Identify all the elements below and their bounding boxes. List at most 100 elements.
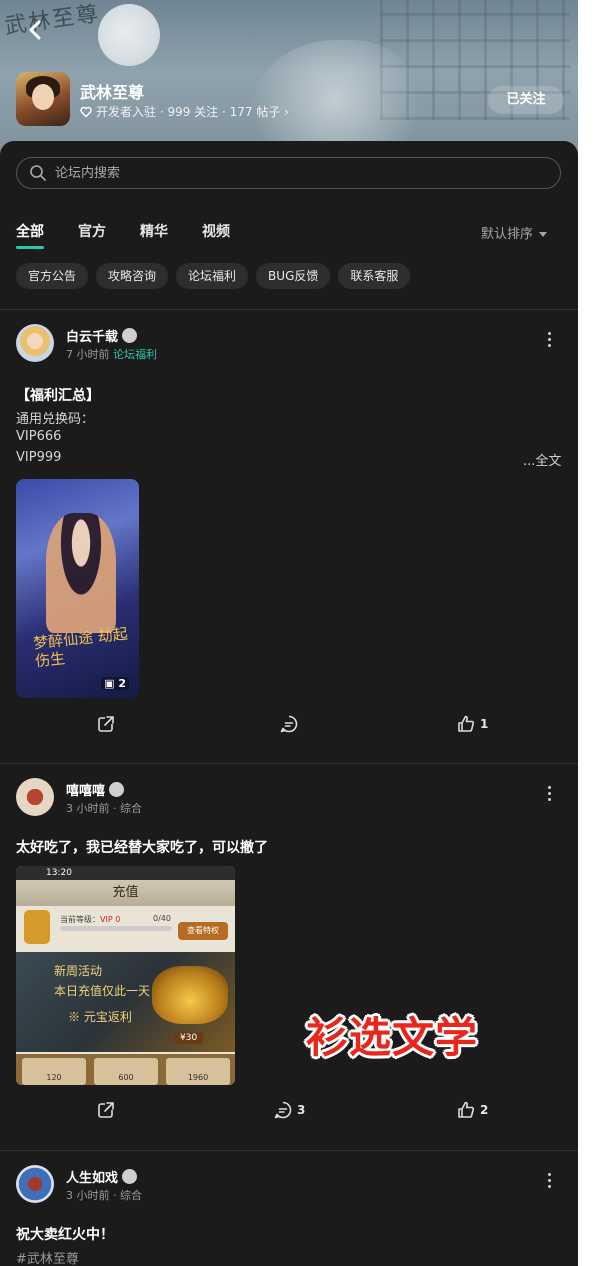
post-card[interactable]: 人生如戏 3 小时前 · 综合 祝大卖红火中！ #武林至尊 — [0, 1165, 578, 1266]
author-name-text: 人生如戏 — [66, 1171, 119, 1186]
author-name-text: 嘻嘻嘻 — [66, 784, 106, 799]
diamond-cell: 120 — [22, 1058, 86, 1085]
thumbs-up-icon — [458, 1101, 475, 1118]
post-time: 3 小时前 — [66, 802, 110, 815]
post-image[interactable]: 13:20 充值 当前等级：VIP 0 0/40 查看特权 新周活动 本日充值仅… — [16, 866, 235, 1085]
follow-button[interactable]: 已关注 — [488, 86, 564, 114]
thumbs-up-icon — [458, 715, 475, 732]
image-count-badge: ▣ 2 — [101, 677, 129, 690]
promo-line: ※ 元宝返利 — [68, 1010, 132, 1024]
tab-featured[interactable]: 精华 — [140, 221, 168, 245]
avatar[interactable] — [16, 1165, 54, 1203]
comment-count: 3 — [297, 1103, 306, 1117]
full-text-link[interactable]: ...全文 — [523, 450, 561, 469]
level-badge-icon — [122, 328, 138, 343]
comment-icon — [274, 1101, 292, 1119]
chip-announcement[interactable]: 官方公告 — [16, 263, 89, 289]
post-meta: 7 小时前 论坛福利 — [66, 346, 157, 362]
post-actions: 3 2 — [0, 1100, 578, 1124]
caret-down-icon — [539, 232, 548, 237]
post-category[interactable]: 论坛福利 — [113, 348, 157, 361]
divider — [0, 1150, 578, 1151]
forum-avatar[interactable] — [16, 72, 70, 126]
post-actions: 1 — [0, 714, 578, 738]
tab-bar: 全部 官方 精华 视频 — [16, 221, 264, 249]
right-margin — [578, 0, 597, 1266]
share-button[interactable] — [96, 714, 116, 734]
post-meta: 3 小时前 · 综合 — [66, 802, 142, 815]
promo-price: ¥30 — [174, 1032, 204, 1044]
post-meta: 3 小时前 · 综合 — [66, 1189, 142, 1202]
diamond-cell: 1960 — [166, 1058, 230, 1085]
forum-stats-text: 开发者入驻 · 999 关注 · 177 帖子 › — [96, 105, 289, 119]
screenshot-status-bar: 13:20 — [16, 866, 235, 880]
comment-button[interactable]: 3 — [273, 1100, 305, 1120]
post-line: VIP999 — [16, 450, 62, 465]
post-line: VIP666 — [16, 429, 62, 444]
post-image[interactable]: 梦醉仙途 劫起伤生 ▣ 2 — [16, 479, 139, 698]
post-title: 【福利汇总】 — [16, 388, 100, 404]
post-title: 祝大卖红火中！ — [16, 1227, 114, 1243]
moon-illustration — [98, 4, 160, 66]
share-button[interactable] — [96, 1100, 116, 1120]
treasure-chest-illustration — [152, 966, 228, 1024]
watermark-text: 衫选文学 — [306, 1013, 479, 1062]
privilege-button: 查看特权 — [178, 922, 228, 940]
heart-icon — [80, 106, 92, 117]
like-count: 1 — [480, 717, 489, 731]
chip-welfare[interactable]: 论坛福利 — [176, 263, 249, 289]
like-button[interactable]: 2 — [456, 1100, 488, 1120]
level-badge-icon — [109, 782, 125, 797]
forum-name: 武林至尊 — [80, 83, 145, 102]
search-box[interactable] — [16, 157, 561, 189]
author-name[interactable]: 人生如戏 — [66, 1167, 138, 1186]
more-options-icon[interactable] — [545, 786, 553, 804]
search-icon — [30, 165, 46, 181]
tab-official[interactable]: 官方 — [78, 221, 106, 245]
post-title: 太好吃了，我已经替大家吃了，可以撤了 — [16, 840, 268, 856]
tab-video[interactable]: 视频 — [202, 221, 230, 245]
comment-icon — [280, 715, 298, 733]
vip-level-value: VIP 0 — [100, 915, 121, 924]
chip-bug-report[interactable]: BUG反馈 — [256, 263, 331, 289]
share-icon — [98, 716, 114, 732]
chip-guide[interactable]: 攻略咨询 — [96, 263, 169, 289]
like-count: 2 — [480, 1103, 489, 1117]
post-time: 7 小时前 — [66, 348, 110, 361]
screenshot-header: 充值 — [16, 880, 235, 906]
comment-button[interactable] — [279, 714, 303, 734]
vip-progress: 0/40 — [153, 914, 171, 923]
back-arrow-icon[interactable] — [26, 18, 46, 42]
search-input[interactable] — [53, 164, 537, 182]
post-time: 3 小时前 — [66, 1189, 110, 1202]
tab-all[interactable]: 全部 — [16, 221, 44, 249]
more-options-icon[interactable] — [545, 332, 553, 350]
author-name[interactable]: 嘻嘻嘻 — [66, 780, 125, 799]
post-card[interactable]: 白云千载 7 小时前 论坛福利 【福利汇总】 通用兑换码： VIP666 VIP… — [0, 324, 578, 762]
promo-line: 本日充值仅此一天 — [54, 984, 151, 998]
chip-support[interactable]: 联系客服 — [338, 263, 411, 289]
banner-calligraphy: 武林至尊 — [3, 1, 102, 40]
category-chips: 官方公告 攻略咨询 论坛福利 BUG反馈 联系客服 — [16, 263, 411, 289]
more-options-icon[interactable] — [545, 1173, 553, 1191]
post-hashtag[interactable]: #武林至尊 — [16, 1248, 79, 1266]
avatar[interactable] — [16, 324, 54, 362]
sort-label: 默认排序 — [481, 227, 534, 242]
avatar[interactable] — [16, 778, 54, 816]
promo-line: 新周活动 — [54, 964, 103, 978]
post-category[interactable]: 综合 — [120, 802, 142, 815]
share-icon — [98, 1102, 114, 1118]
forum-stats[interactable]: 开发者入驻 · 999 关注 · 177 帖子 › — [80, 103, 289, 120]
divider — [0, 763, 578, 764]
divider — [0, 309, 578, 310]
diamond-cell: 600 — [94, 1058, 158, 1085]
like-button[interactable]: 1 — [456, 714, 488, 734]
post-category[interactable]: 综合 — [120, 1189, 142, 1202]
post-card[interactable]: 嘻嘻嘻 3 小时前 · 综合 太好吃了，我已经替大家吃了，可以撤了 13:20 … — [0, 778, 578, 1148]
post-line: 通用兑换码： — [16, 412, 95, 427]
author-name[interactable]: 白云千载 — [66, 326, 138, 345]
author-name-text: 白云千载 — [66, 330, 119, 345]
sort-dropdown[interactable]: 默认排序 — [481, 223, 548, 242]
header-banner: 武林至尊 武林至尊 开发者入驻 · 999 关注 · 177 帖子 › 已关注 — [0, 0, 578, 160]
level-badge-icon — [122, 1169, 138, 1184]
